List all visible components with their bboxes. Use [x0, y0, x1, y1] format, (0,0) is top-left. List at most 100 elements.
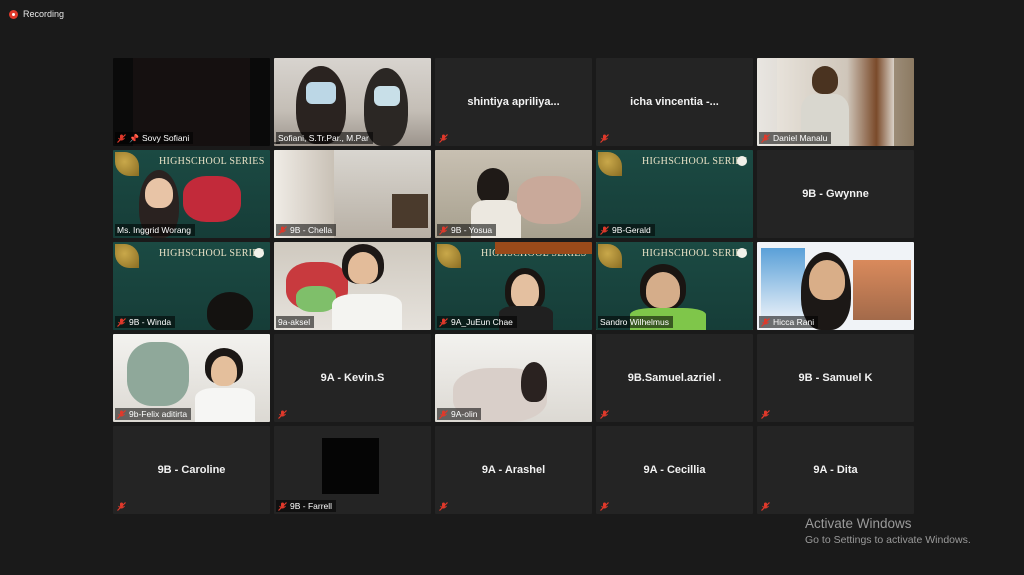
participant-tile[interactable]: 9B - Gwynne	[757, 150, 914, 238]
gallery-grid: 📌 Sovy Sofiani Sofiani, S.Tr.Par., M.Par…	[113, 58, 914, 514]
participant-name-center: 9A - Dita	[813, 464, 858, 476]
muted-mic-icon	[439, 134, 448, 143]
muted-mic-icon	[439, 409, 448, 419]
participant-tile[interactable]: icha vincentia -...	[596, 58, 753, 146]
participant-name: Hicca Rani	[773, 317, 815, 327]
participant-name-center: 9B - Gwynne	[802, 188, 869, 200]
participant-tile[interactable]: HIGHSCHOOL SERIES 9B - Winda	[113, 242, 270, 330]
slide-title: HIGHSCHOOL SERIES	[642, 156, 748, 167]
participant-label: 9B - Chella	[276, 224, 337, 236]
muted-mic-icon	[439, 317, 448, 327]
muted-mic-icon	[600, 225, 609, 235]
participant-tile[interactable]: HIGHSCHOOL SERIES Ms. Inggrid Worang	[113, 150, 270, 238]
participant-tile[interactable]: 9a-aksel	[274, 242, 431, 330]
participant-name-center: 9B - Caroline	[157, 464, 226, 476]
participant-name: Sovy Sofiani	[141, 133, 190, 143]
participant-name: 9B - Farrell	[290, 501, 333, 511]
participant-tile[interactable]: 9B - Chella	[274, 150, 431, 238]
participant-tile[interactable]: 9A - Arashel	[435, 426, 592, 514]
participant-tile[interactable]: 9b-Felix aditirta	[113, 334, 270, 422]
pin-icon: 📌	[129, 133, 139, 143]
muted-mic-icon	[117, 317, 126, 327]
participant-label: 9B-Gerald	[598, 224, 655, 236]
muted-mic-icon	[439, 502, 448, 511]
participant-mute-status	[274, 142, 280, 144]
participant-label: Sofiani, S.Tr.Par., M.Par	[276, 132, 373, 144]
participant-name-center: 9A - Arashel	[481, 464, 546, 476]
muted-mic-icon	[761, 317, 770, 327]
participant-label: 9B - Farrell	[276, 500, 337, 512]
participant-tile[interactable]: 9A-olin	[435, 334, 592, 422]
muted-mic-icon	[278, 501, 287, 511]
muted-mic-icon	[278, 225, 287, 235]
participant-tile-active-speaker[interactable]: HIGHSCHOOL SERIES Sandro Wilhelmus	[596, 242, 753, 330]
muted-mic-icon	[278, 410, 287, 419]
participant-name: 9B - Yosua	[451, 225, 493, 235]
participant-tile[interactable]: shintiya apriliya...	[435, 58, 592, 146]
participant-name: 9B - Winda	[129, 317, 172, 327]
participant-tile[interactable]: Hicca Rani	[757, 242, 914, 330]
participant-name: 9A_JuEun Chae	[451, 317, 513, 327]
participant-name: 9b-Felix aditirta	[129, 409, 188, 419]
participant-label: Ms. Inggrid Worang	[115, 224, 196, 236]
participant-tile[interactable]: 9B - Yosua	[435, 150, 592, 238]
participant-label: 9b-Felix aditirta	[115, 408, 192, 420]
participant-label: Sandro Wilhelmus	[598, 316, 673, 328]
muted-mic-icon	[761, 133, 770, 143]
participant-name-center: icha vincentia -...	[630, 96, 719, 108]
participant-tile[interactable]: 9B - Caroline	[113, 426, 270, 514]
participant-tile[interactable]: 9B.Samuel.azriel .	[596, 334, 753, 422]
participant-label	[115, 501, 130, 512]
muted-mic-icon	[761, 410, 770, 419]
participant-label: 9A-olin	[437, 408, 482, 420]
participant-tile[interactable]: HIGHSCHOOL SERIES 9A_JuEun Chae	[435, 242, 592, 330]
participant-label	[598, 133, 613, 144]
participant-name: 9a-aksel	[278, 317, 311, 327]
muted-mic-icon	[117, 409, 126, 419]
watermark-title: Activate Windows	[805, 516, 912, 531]
participant-name: Sofiani, S.Tr.Par., M.Par	[278, 133, 369, 143]
participant-label: 📌 Sovy Sofiani	[115, 132, 194, 144]
activate-windows-watermark: Activate Windows Go to Settings to activ…	[805, 516, 971, 546]
participant-label: 9a-aksel	[276, 316, 315, 328]
participant-label	[759, 409, 774, 420]
participant-label	[437, 501, 452, 512]
participant-label: 9A_JuEun Chae	[437, 316, 517, 328]
slide-title: HIGHSCHOOL SERIES	[159, 156, 265, 167]
participant-name-center: 9B - Samuel K	[798, 372, 873, 384]
muted-mic-icon	[439, 225, 448, 235]
recording-indicator[interactable]: Recording	[9, 9, 64, 19]
participant-name: 9B-Gerald	[612, 225, 651, 235]
participant-label	[598, 501, 613, 512]
participant-tile[interactable]: 9A - Kevin.S	[274, 334, 431, 422]
muted-mic-icon	[761, 502, 770, 511]
participant-tile[interactable]: 9A - Cecillia	[596, 426, 753, 514]
record-icon	[9, 9, 18, 19]
muted-mic-icon	[117, 502, 126, 511]
participant-name: 9B - Chella	[290, 225, 333, 235]
participant-name: Sandro Wilhelmus	[600, 317, 669, 327]
participant-tile[interactable]: 9B - Farrell	[274, 426, 431, 514]
watermark-subtitle: Go to Settings to activate Windows.	[805, 534, 971, 546]
participant-tile[interactable]: 📌 Sovy Sofiani	[113, 58, 270, 146]
participant-tile[interactable]: HIGHSCHOOL SERIES 9B-Gerald	[596, 150, 753, 238]
participant-name: Daniel Manalu	[773, 133, 828, 143]
participant-label	[598, 409, 613, 420]
muted-mic-icon	[600, 134, 609, 143]
participant-name: 9A-olin	[451, 409, 478, 419]
slide-title: HIGHSCHOOL SERIES	[159, 248, 265, 259]
participant-name: Ms. Inggrid Worang	[117, 225, 192, 235]
participant-label	[276, 409, 291, 420]
muted-mic-icon	[600, 502, 609, 511]
participant-tile[interactable]: 9B - Samuel K	[757, 334, 914, 422]
participant-label: Hicca Rani	[759, 316, 819, 328]
participant-tile[interactable]: Daniel Manalu	[757, 58, 914, 146]
slide-title: HIGHSCHOOL SERIES	[642, 248, 748, 259]
participant-tile[interactable]: 9A - Dita	[757, 426, 914, 514]
muted-mic-icon	[117, 133, 126, 143]
muted-mic-icon	[600, 410, 609, 419]
recording-label: Recording	[23, 9, 65, 19]
participant-tile[interactable]: Sofiani, S.Tr.Par., M.Par	[274, 58, 431, 146]
participant-name-center: 9A - Cecillia	[643, 464, 706, 476]
participant-label	[437, 133, 452, 144]
